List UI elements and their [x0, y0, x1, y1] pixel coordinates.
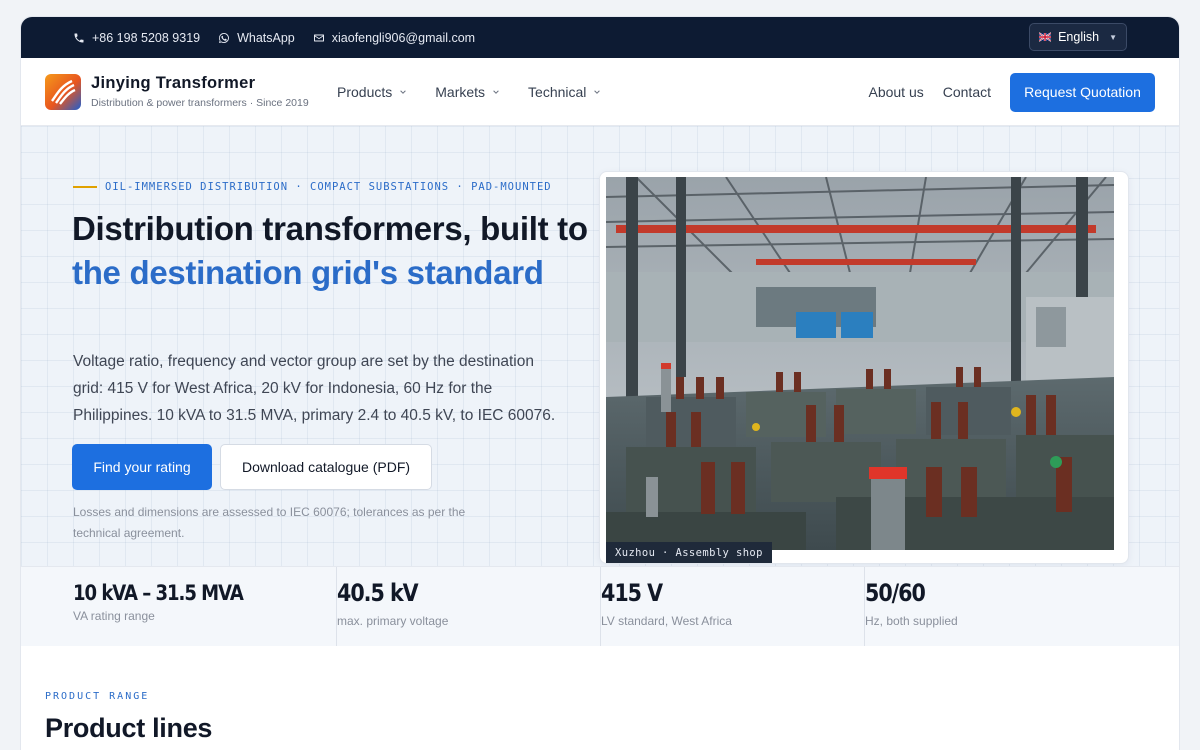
assembly-shop-illustration [606, 177, 1114, 550]
eyebrow-text: OIL-IMMERSED DISTRIBUTION · COMPACT SUBS… [105, 181, 552, 193]
site-header: Jinying Transformer Distribution & power… [21, 58, 1179, 126]
page-frame: +86 198 5208 9319 WhatsApp xiaofengli906… [20, 16, 1180, 750]
hero-photo-card: Xuzhou · Assembly shop [599, 171, 1129, 564]
nav-contact[interactable]: Contact [943, 84, 991, 100]
stat-frequency: 50/60 Hz, both supplied [865, 567, 1129, 647]
header-actions: About us Contact Request Quotation [868, 58, 1155, 126]
email-address: xiaofengli906@gmail.com [331, 30, 476, 45]
section-title: Product lines [45, 713, 213, 743]
hero-title-accent: the destination grid's standard [72, 254, 544, 291]
request-quotation-button[interactable]: Request Quotation [1010, 72, 1155, 112]
logo-mark-icon [45, 73, 81, 110]
brand-tagline: Distribution & power transformers · Sinc… [91, 97, 309, 109]
hero-eyebrow: OIL-IMMERSED DISTRIBUTION · COMPACT SUBS… [73, 181, 552, 193]
stat-label: Hz, both supplied [865, 614, 958, 628]
nav-products-label: Products [337, 84, 393, 100]
nav-about-us[interactable]: About us [868, 84, 923, 100]
chevron-down-icon [400, 90, 407, 94]
hero-title-plain: Distribution transformers, built to [72, 210, 588, 247]
email-contact[interactable]: xiaofengli906@gmail.com [313, 31, 475, 45]
nav-technical[interactable]: Technical [528, 84, 601, 100]
phone-contact[interactable]: +86 198 5208 9319 [73, 31, 200, 45]
whatsapp-contact[interactable]: WhatsApp [218, 31, 295, 45]
whatsapp-icon [219, 32, 230, 43]
stat-va-range: 10 kVA – 31.5 MVA VA rating range [21, 567, 337, 647]
brand-name: Jinying Transformer [91, 74, 256, 92]
brand-text[interactable]: Jinying Transformer Distribution & power… [91, 74, 309, 109]
chevron-down-icon [594, 90, 601, 94]
hero-section: OIL-IMMERSED DISTRIBUTION · COMPACT SUBS… [21, 126, 1179, 566]
nav-technical-label: Technical [528, 84, 587, 100]
nav-products[interactable]: Products [337, 84, 407, 100]
find-rating-button[interactable]: Find your rating [72, 444, 212, 490]
stat-value: 50/60 [865, 579, 926, 607]
chevron-down-icon [493, 90, 499, 94]
stat-label: LV standard, West Africa [601, 614, 732, 628]
stat-value: 415 V [601, 579, 663, 607]
nav-markets[interactable]: Markets [435, 84, 500, 100]
stats-strip: 10 kVA – 31.5 MVA VA rating range 40.5 k… [21, 566, 1179, 647]
envelope-icon [313, 34, 324, 41]
eyebrow-rule [73, 186, 97, 188]
stat-primary-voltage: 40.5 kV max. primary voltage [337, 567, 601, 647]
caret-down-icon: ▼ [1109, 32, 1117, 42]
product-range-section: PRODUCT RANGE Product lines [21, 646, 1179, 750]
whatsapp-label: WhatsApp [237, 30, 295, 45]
uk-flag-icon [1039, 32, 1052, 42]
stat-label: VA rating range [73, 609, 155, 623]
utility-bar: +86 198 5208 9319 WhatsApp xiaofengli906… [21, 17, 1179, 58]
language-label: English [1058, 30, 1100, 44]
stat-value: 40.5 kV [337, 579, 419, 607]
factory-photo [606, 177, 1114, 550]
stat-lv-standard: 415 V LV standard, West Africa [601, 567, 865, 647]
section-kicker: PRODUCT RANGE [45, 691, 150, 702]
main-nav: Products Markets Technical [337, 58, 629, 126]
stat-value: 10 kVA – 31.5 MVA [73, 581, 244, 605]
photo-caption: Xuzhou · Assembly shop [606, 542, 772, 563]
nav-markets-label: Markets [435, 84, 486, 100]
language-selector[interactable]: English ▼ [1029, 23, 1127, 51]
hero-note: Losses and dimensions are assessed to IE… [73, 505, 466, 540]
hero-title: Distribution transformers, built to the … [72, 207, 592, 295]
download-catalogue-button[interactable]: Download catalogue (PDF) [220, 444, 432, 490]
hero-lead: Voltage ratio, frequency and vector grou… [73, 353, 556, 424]
phone-icon [74, 33, 84, 42]
phone-number: +86 198 5208 9319 [92, 30, 201, 45]
stat-label: max. primary voltage [337, 614, 449, 628]
brand-logo[interactable] [45, 73, 81, 110]
